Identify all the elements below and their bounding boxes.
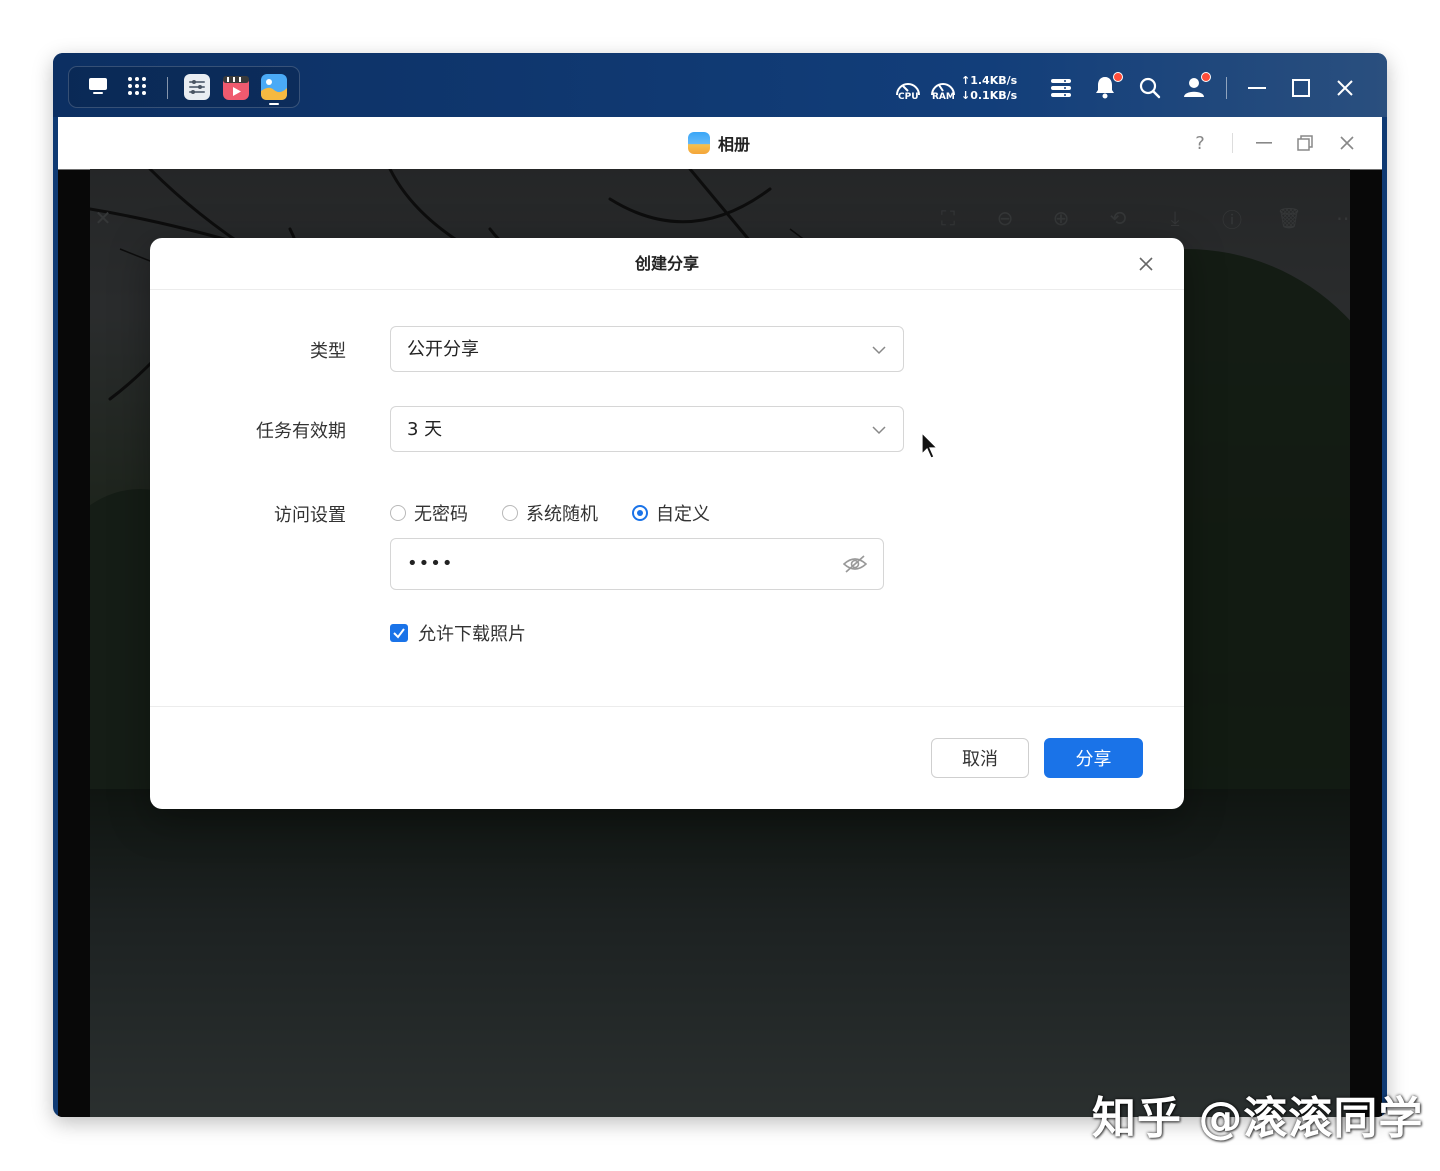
taskbar-separator [1226, 77, 1227, 99]
task-list-icon[interactable] [1049, 77, 1073, 99]
watermark: 知乎 @滚滚同学 [1092, 1093, 1424, 1144]
close-icon[interactable] [1333, 76, 1357, 100]
control-panel-icon[interactable] [182, 72, 212, 102]
mouse-cursor-icon [921, 432, 939, 459]
chevron-down-icon [872, 426, 886, 435]
dialog-footer-divider [150, 706, 1184, 707]
access-radio-group: 无密码 系统随机 自定义 [390, 500, 744, 526]
radio-system-random[interactable]: 系统随机 [502, 500, 598, 526]
validity-select[interactable]: 3 天 [390, 406, 904, 452]
radio-circle[interactable] [502, 505, 518, 521]
app-grid-icon[interactable] [125, 75, 149, 97]
share-button[interactable]: 分享 [1044, 738, 1143, 778]
help-button[interactable]: ? [1188, 131, 1212, 155]
dock-separator [167, 77, 168, 99]
validity-label: 任务有效期 [256, 421, 346, 442]
taskbar: CPU RAM ↑1.4KB/s ↓0.1KB/s [53, 53, 1387, 117]
download-speed: ↓0.1KB/s [961, 89, 1018, 102]
access-label: 访问设置 [274, 505, 346, 526]
radio-no-password[interactable]: 无密码 [390, 500, 468, 526]
password-value: •••• [407, 553, 454, 574]
validity-select-value: 3 天 [407, 419, 443, 440]
radio-circle[interactable] [390, 505, 406, 521]
upload-speed: ↑1.4KB/s [961, 74, 1018, 87]
type-label: 类型 [310, 341, 346, 362]
window-restore-icon[interactable] [1293, 131, 1317, 155]
show-desktop-icon[interactable] [86, 75, 110, 97]
cancel-button[interactable]: 取消 [931, 738, 1029, 778]
allow-download-checkbox[interactable] [390, 624, 408, 642]
dialog-title: 创建分享 [634, 254, 699, 273]
chevron-down-icon [872, 346, 886, 355]
account-notification-dot [1201, 72, 1211, 82]
minimize-all-icon[interactable] [1245, 76, 1269, 100]
type-select[interactable]: 公开分享 [390, 326, 904, 372]
maximize-icon[interactable] [1289, 76, 1313, 100]
allow-download-label: 允许下载照片 [418, 624, 526, 645]
ram-label: RAM [932, 92, 955, 102]
radio-label: 自定义 [656, 504, 710, 525]
window-title-text: 相册 [718, 135, 751, 154]
type-select-value: 公开分享 [407, 339, 479, 360]
notification-dot [1113, 72, 1123, 82]
video-app-icon[interactable] [221, 72, 251, 102]
radio-custom[interactable]: 自定义 [632, 500, 710, 526]
active-app-indicator [269, 103, 279, 105]
radio-label: 系统随机 [526, 504, 598, 525]
window-close-icon[interactable] [1335, 131, 1359, 155]
allow-download-checkbox-row[interactable]: 允许下载照片 [390, 620, 526, 646]
hide-password-eye-icon[interactable] [843, 554, 867, 574]
photos-logo-icon [688, 132, 710, 154]
window-title: 相册 [688, 131, 750, 155]
window-titlebar: 相册 ? [58, 117, 1382, 170]
dialog-header: 创建分享 [150, 238, 1184, 290]
titlebar-separator [1232, 133, 1233, 153]
search-icon[interactable] [1138, 76, 1162, 100]
cpu-label: CPU [898, 92, 919, 102]
checkmark-icon [393, 628, 405, 639]
radio-circle-selected[interactable] [632, 505, 648, 521]
dialog-close-icon[interactable] [1134, 252, 1158, 276]
radio-label: 无密码 [414, 504, 468, 525]
password-input[interactable]: •••• [390, 538, 884, 590]
create-share-dialog: 创建分享 类型 公开分享 任务有效期 3 天 访问设置 无密码 系统随机 自定义… [150, 238, 1184, 809]
window-minimize-icon[interactable] [1252, 131, 1276, 155]
photos-app-icon[interactable] [259, 72, 289, 102]
